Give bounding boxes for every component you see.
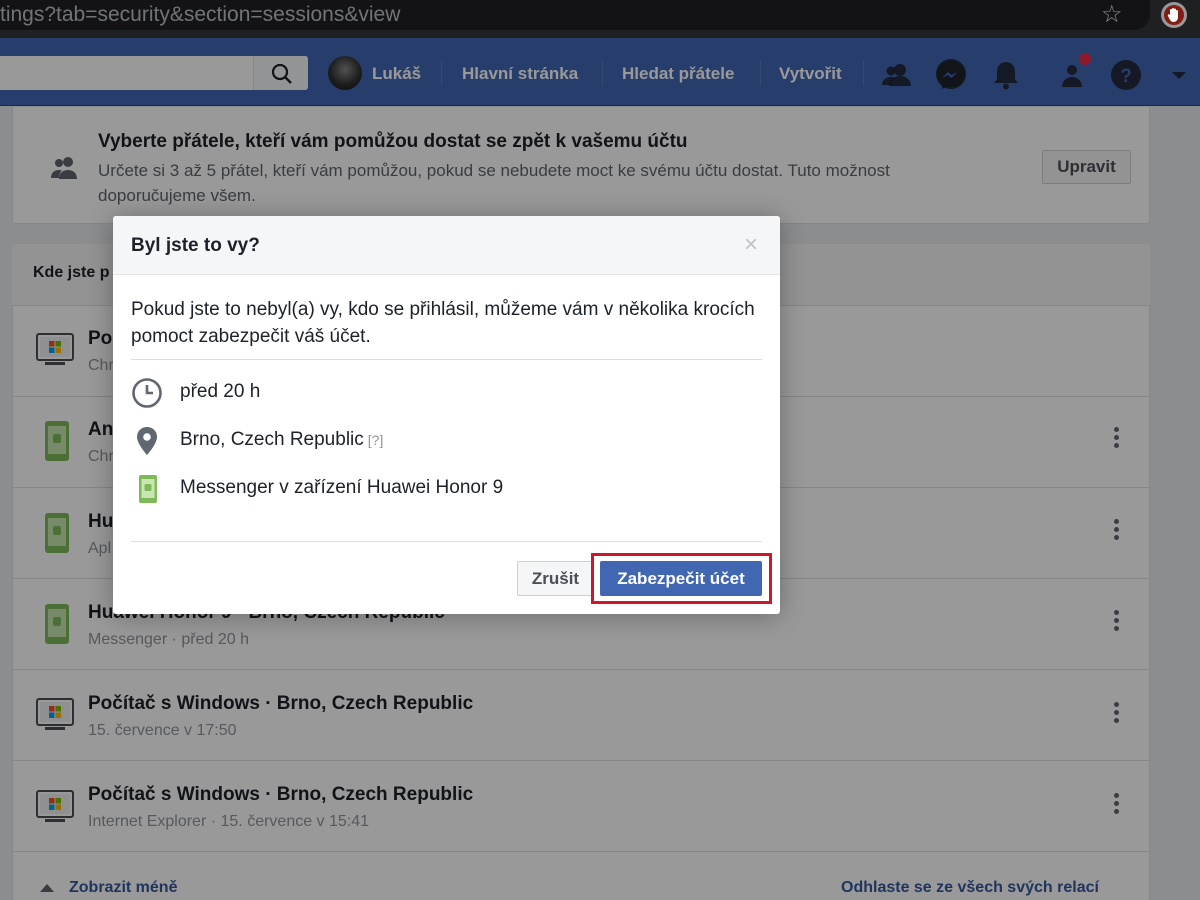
location-help-link[interactable]: [?] [368, 432, 384, 448]
dialog-description: Pokud jste to nebyl(a) vy, kdo se přihlá… [131, 299, 755, 347]
dialog-divider [131, 541, 762, 542]
session-time-text: před 20 h [180, 381, 261, 402]
was-it-you-dialog: Byl jste to vy? × Pokud jste to nebyl(a)… [113, 216, 780, 614]
session-device-text: Messenger v zařízení Huawei Honor 9 [180, 477, 504, 498]
android-phone-icon [139, 475, 157, 503]
close-icon[interactable]: × [744, 233, 758, 257]
clock-icon [132, 378, 162, 408]
secure-account-button[interactable]: Zabezpečit účet [600, 561, 762, 596]
location-pin-icon [137, 427, 157, 455]
session-location-text: Brno, Czech Republic [?] [180, 429, 383, 451]
location-label: Brno, Czech Republic [180, 429, 364, 450]
cancel-button[interactable]: Zrušit [517, 561, 594, 596]
dialog-divider [131, 359, 762, 360]
dialog-header: Byl jste to vy? × [113, 216, 780, 275]
dialog-title: Byl jste to vy? [131, 235, 260, 256]
